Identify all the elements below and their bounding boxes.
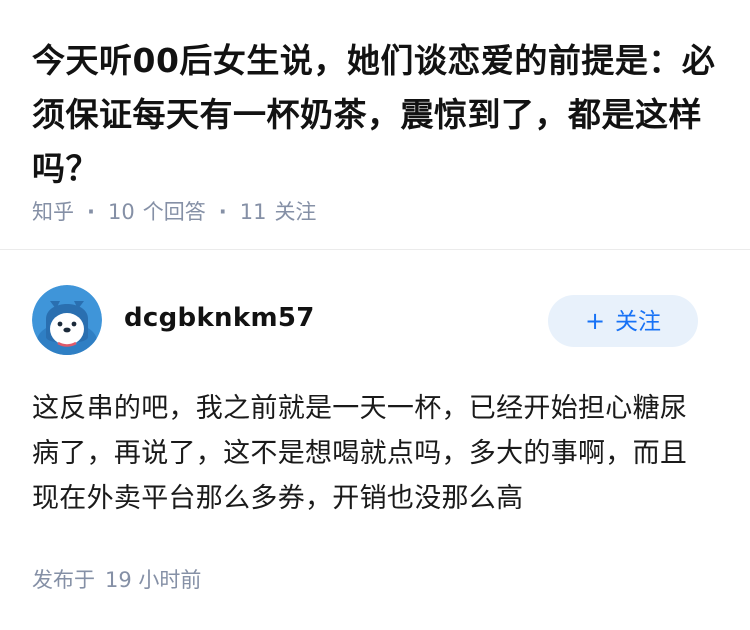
timestamp-prefix: 发布于 bbox=[32, 568, 95, 592]
author-username[interactable]: dcgbknkm57 bbox=[124, 301, 315, 335]
question-title[interactable]: 今天听00后女生说，她们谈恋爱的前提是：必须保证每天有一杯奶茶，震惊到了，都是这… bbox=[32, 34, 722, 196]
timestamp-value: 19 小时前 bbox=[105, 568, 202, 592]
answer-count: 10 bbox=[107, 200, 135, 224]
follower-count-label[interactable]: 关注 bbox=[274, 198, 316, 226]
answer-timestamp: 发布于 19 小时前 bbox=[32, 566, 201, 594]
follow-button[interactable]: + 关注 bbox=[548, 295, 698, 347]
avatar[interactable] bbox=[32, 285, 102, 355]
zhihu-answer-card: 今天听00后女生说，她们谈恋爱的前提是：必须保证每天有一杯奶茶，震惊到了，都是这… bbox=[0, 0, 750, 630]
separator-dot: · bbox=[218, 200, 227, 224]
answer-content[interactable]: 这反串的吧，我之前就是一天一杯，已经开始担心糖尿病了，再说了，这不是想喝就点吗，… bbox=[32, 386, 712, 521]
penguin-avatar-icon bbox=[32, 285, 102, 355]
follower-count: 11 bbox=[239, 200, 267, 224]
follow-button-label: 关注 bbox=[615, 309, 662, 335]
section-divider bbox=[0, 249, 750, 250]
question-meta: 知乎 · 10 个回答 · 11 关注 bbox=[32, 198, 316, 226]
plus-icon: + bbox=[584, 307, 606, 335]
separator-dot: · bbox=[87, 200, 95, 224]
source-label[interactable]: 知乎 bbox=[32, 198, 74, 226]
answer-count-label[interactable]: 个回答 bbox=[143, 198, 206, 226]
answer-author: dcgbknkm57 + 关注 bbox=[32, 285, 702, 357]
question-header: 今天听00后女生说，她们谈恋爱的前提是：必须保证每天有一杯奶茶，震惊到了，都是这… bbox=[32, 34, 722, 196]
